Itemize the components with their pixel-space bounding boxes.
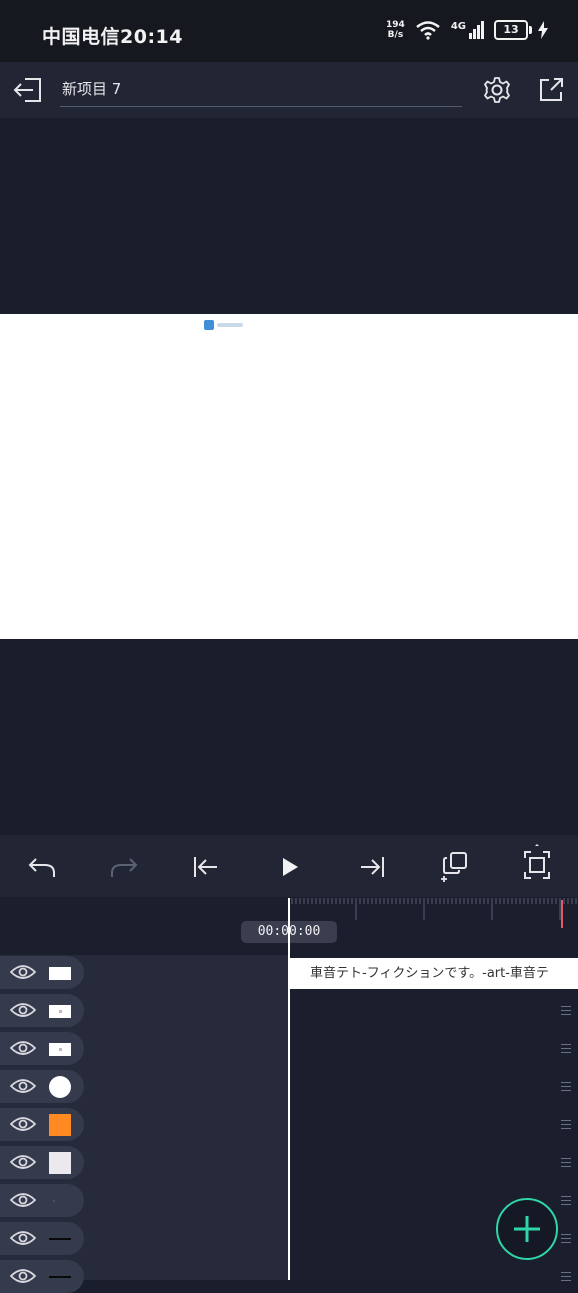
drag-handle-icon[interactable] [561,1234,571,1246]
layer-thumbnail [49,1076,71,1098]
layer-thumbnail [49,1266,71,1288]
fit-screen-icon [524,844,550,879]
layer-row[interactable] [0,1032,84,1065]
layer-thumbnail [49,962,71,984]
layer-row[interactable] [0,1108,84,1141]
net-speed-unit: B/s [387,30,404,40]
skip-start-icon [194,857,217,877]
layer-thumbnail [49,1038,71,1060]
layer-thumbnail [49,1000,71,1022]
visibility-eye-icon[interactable] [9,1268,37,1288]
fit-screen-button[interactable] [521,843,553,883]
undo-button[interactable] [26,851,58,883]
watermark-logo [204,320,243,330]
layer-row[interactable] [0,956,84,989]
carrier-time: 中国电信20:14 [42,26,183,48]
net-speed: 194 B/s [386,20,405,40]
add-layer-button[interactable] [496,1198,558,1260]
playhead[interactable] [288,898,290,1280]
battery-icon: 13 [494,20,532,40]
visibility-eye-icon[interactable] [9,1040,37,1060]
settings-button[interactable] [481,74,513,106]
layer-thumbnail [49,1114,71,1136]
visibility-eye-icon[interactable] [9,1002,37,1022]
status-bar: 中国电信20:14 194 B/s 4G 13 [0,0,578,62]
layer-thumbnail [49,1152,71,1174]
undo-icon [28,858,55,877]
layer-row[interactable] [0,1146,84,1179]
net-speed-value: 194 [386,20,405,30]
visibility-eye-icon[interactable] [9,1154,37,1174]
project-header: 新项目 7 [0,62,578,118]
exit-button[interactable] [12,74,44,106]
playback-toolbar [0,835,578,897]
drag-handle-icon[interactable] [561,1044,571,1056]
share-icon [540,78,563,101]
gear-icon [484,77,510,103]
drag-handle-icon[interactable] [561,1158,571,1170]
export-button[interactable] [535,74,567,106]
play-icon [283,858,298,876]
visibility-eye-icon[interactable] [9,1078,37,1098]
project-title-field[interactable]: 新项目 7 [60,76,462,107]
text-clip-label: 車音テト-フィクションです。-art-車音テ [310,966,549,981]
visibility-eye-icon[interactable] [9,1116,37,1136]
exit-icon [13,78,41,102]
project-title: 新项目 7 [62,80,122,98]
preview-canvas[interactable] [0,314,578,639]
layer-row[interactable] [0,1222,84,1255]
skip-to-start-button[interactable] [190,851,222,883]
charging-icon [538,21,548,39]
skip-to-end-button[interactable] [356,851,388,883]
layer-row[interactable] [0,1070,84,1103]
duplicate-button[interactable] [439,849,471,883]
drag-handle-icon[interactable] [561,1272,571,1284]
visibility-eye-icon[interactable] [9,964,37,984]
redo-icon [111,858,138,877]
drag-handle-icon[interactable] [561,1006,571,1018]
layer-thumbnail [49,1228,71,1250]
duplicate-icon [441,852,467,882]
wifi-icon [416,21,440,40]
play-button[interactable] [274,851,306,883]
plus-icon [514,1216,540,1242]
drag-handle-icon[interactable] [561,1120,571,1132]
visibility-eye-icon[interactable] [9,1192,37,1212]
status-icons: 194 B/s 4G 13 [386,20,548,40]
drag-handle-icon[interactable] [561,1082,571,1094]
skip-end-icon [361,857,384,877]
layer-thumbnail [49,1190,71,1212]
cell-signal-icon: 4G [451,21,484,39]
text-clip[interactable]: 車音テト-フィクションです。-art-車音テ [290,958,578,989]
layer-row[interactable] [0,1260,84,1293]
network-type: 4G [450,21,466,32]
drag-handle-icon[interactable] [561,1196,571,1208]
visibility-eye-icon[interactable] [9,1230,37,1250]
layer-row[interactable] [0,994,84,1027]
layer-row[interactable] [0,1184,84,1217]
redo-button[interactable] [108,851,140,883]
